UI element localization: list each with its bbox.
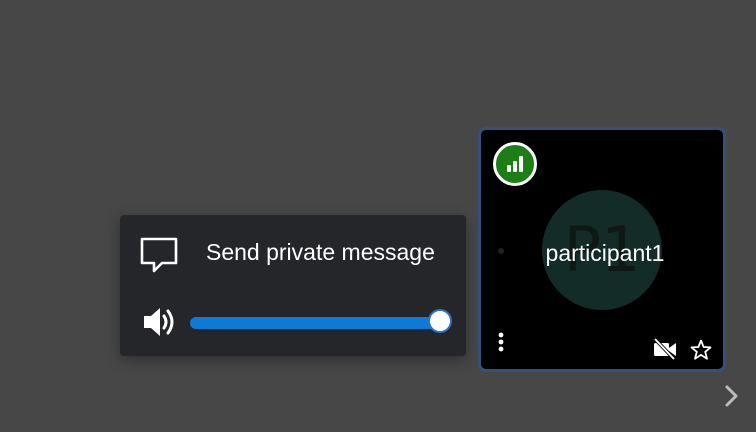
participant-name: participant1 <box>545 240 665 266</box>
conference-stage: Send private message P1 participant1 <box>0 0 756 432</box>
volume-slider[interactable] <box>190 307 458 337</box>
more-vertical-icon[interactable] <box>493 330 509 356</box>
send-private-message-item[interactable]: Send private message <box>120 229 466 285</box>
volume-slider-thumb[interactable] <box>428 309 452 333</box>
participant-video-tile[interactable]: P1 participant1 <box>478 127 726 372</box>
participant-context-menu: Send private message <box>120 215 466 356</box>
star-outline-icon[interactable] <box>689 338 713 362</box>
participant-volume-item <box>120 295 466 349</box>
connection-indicator[interactable] <box>493 142 537 186</box>
volume-icon <box>144 308 174 336</box>
send-private-message-label: Send private message <box>206 239 435 265</box>
chat-bubble-icon <box>140 237 178 273</box>
volume-slider-track <box>190 317 442 329</box>
signal-bars-icon <box>507 156 523 172</box>
chevron-right-icon[interactable] <box>720 382 742 410</box>
video-off-icon <box>653 338 676 360</box>
